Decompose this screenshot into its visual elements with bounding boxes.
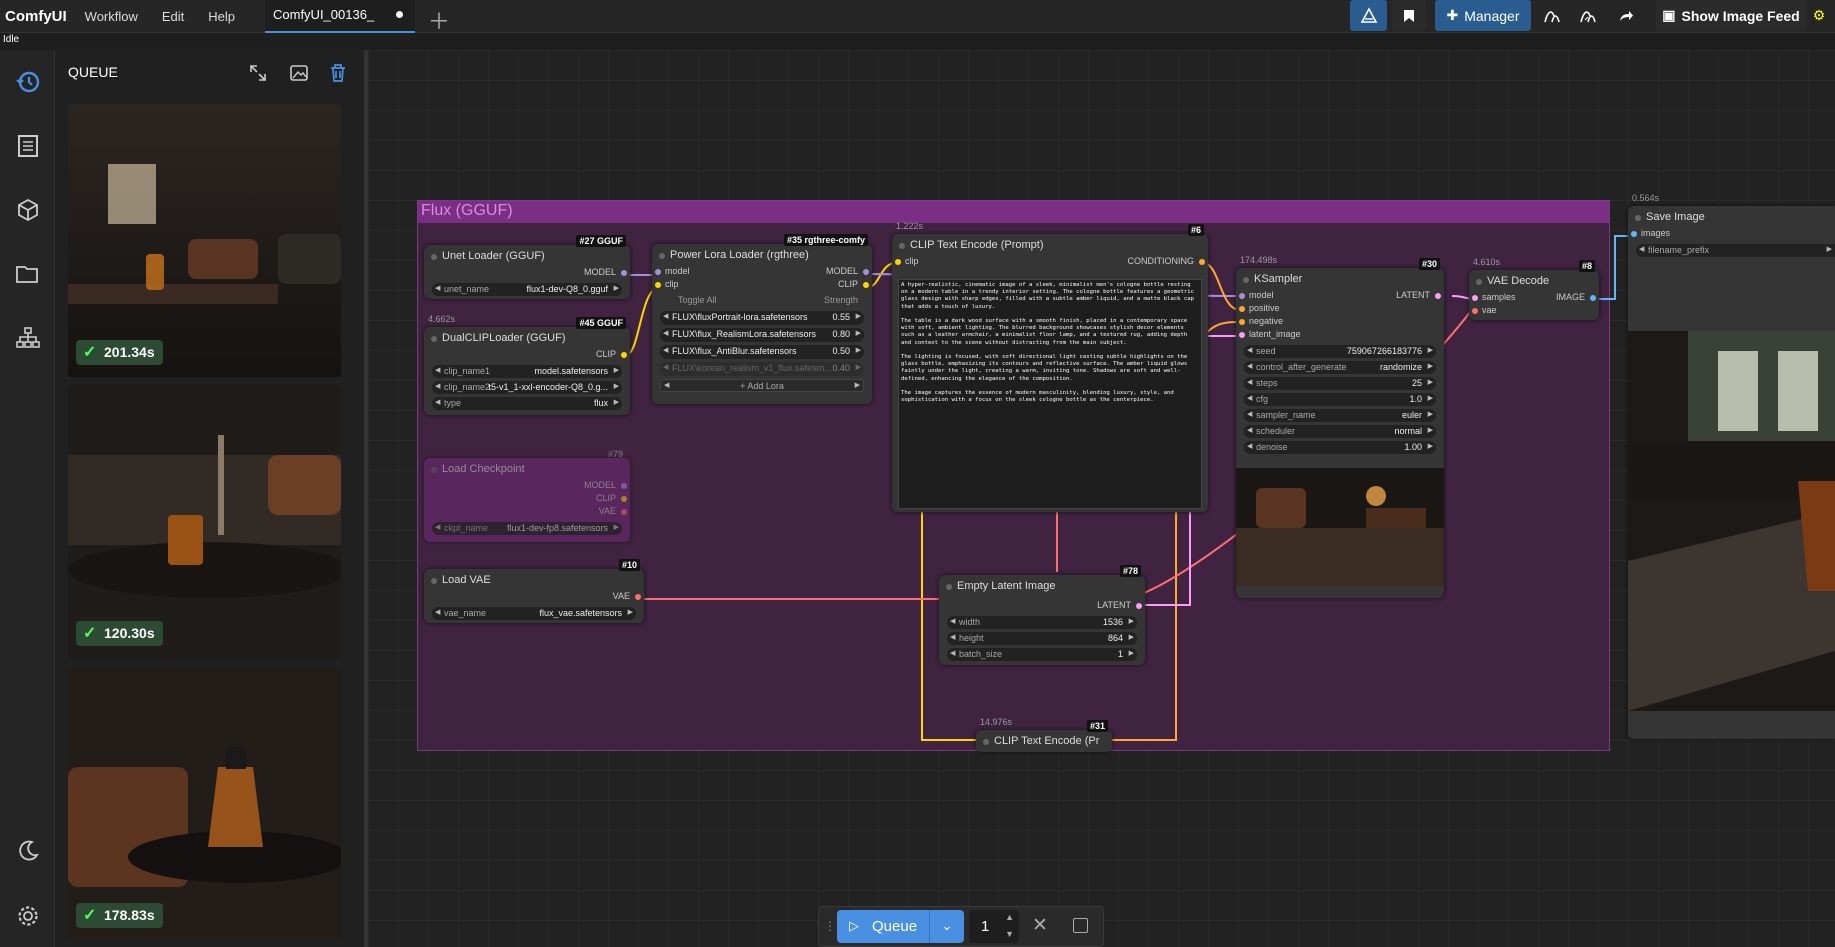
lora-row[interactable]: FLUX\korean_realism_v1_flux.safeten...0.… [660, 362, 864, 376]
output-image: IMAGE [1555, 292, 1585, 302]
filename-prefix-widget[interactable]: filename_prefix [1636, 244, 1835, 257]
width-widget[interactable]: width1536 [947, 616, 1137, 629]
unet-loader-node[interactable]: #27 GGUF Unet Loader (GGUF) MODEL unet_n… [424, 235, 630, 299]
node-title: CLIP Text Encode (Prompt) [892, 234, 1208, 256]
prompt-textarea[interactable]: A hyper-realistic, cinematic image of a … [898, 279, 1202, 509]
ksampler-node[interactable]: 174.498s #30 KSampler model LATENT positi… [1236, 255, 1444, 598]
save-image-preview [1628, 331, 1835, 711]
node-title: VAE Decode [1469, 270, 1599, 292]
input-clip: clip [665, 279, 679, 289]
node-title: Load VAE [424, 569, 644, 591]
node-time: 4.610s [1473, 257, 1501, 267]
scheduler-widget[interactable]: schedulernormal [1244, 425, 1436, 438]
clip-text-encode-collapsed-node[interactable]: 14.976s #31 CLIP Text Encode (Pr [976, 717, 1112, 752]
empty-latent-image-node[interactable]: #78 Empty Latent Image LATENT width1536 … [939, 565, 1145, 665]
stop-square-icon[interactable] [1073, 918, 1088, 933]
add-lora-button[interactable]: + Add Lora [660, 379, 864, 392]
clip-type-widget[interactable]: typeflux [432, 397, 622, 410]
lora-row[interactable]: FLUX\flux_RealismLora.safetensors0.80 [660, 328, 864, 342]
ksampler-preview-image [1236, 468, 1444, 586]
vae-name-widget[interactable]: vae_nameflux_vae.safetensors [432, 607, 636, 620]
batch-count-value: 1 [981, 918, 990, 935]
cfg-widget[interactable]: cfg1.0 [1244, 393, 1436, 406]
node-time: 1.222s [896, 221, 924, 231]
node-title: KSampler [1236, 268, 1444, 290]
output-model: MODEL [583, 267, 616, 277]
queue-action-bar: ⋮ ▷ Queue ⌄ 1 ▲ ▼ ✕ [818, 906, 1104, 947]
input-clip: clip [905, 256, 919, 266]
output-conditioning: CONDITIONING [1127, 256, 1195, 266]
ckpt-name-widget[interactable]: ckpt_nameflux1-dev-fp8.safetensors [432, 522, 622, 535]
output-clip: CLIP [595, 349, 616, 359]
input-images: images [1641, 228, 1671, 238]
seed-widget[interactable]: seed759067266183776 [1244, 345, 1436, 358]
denoise-widget[interactable]: denoise1.00 [1244, 441, 1436, 454]
unet-name-widget[interactable]: unet_nameflux1-dev-Q8_0.gguf [432, 283, 622, 296]
increment-icon[interactable]: ▲ [1005, 912, 1014, 922]
output-clip: CLIP [595, 493, 616, 503]
toggle-all[interactable]: Toggle All [678, 295, 717, 305]
save-image-node[interactable]: 0.564s Save Image images filename_prefix [1628, 193, 1835, 739]
clip-text-encode-node[interactable]: 1.222s #6 CLIP Text Encode (Prompt) clip… [892, 221, 1208, 512]
input-vae: vae [1482, 305, 1497, 315]
node-title: Unet Loader (GGUF) [424, 245, 630, 267]
output-vae: VAE [612, 591, 630, 601]
node-time: 0.564s [1632, 193, 1660, 203]
clip-name1-widget[interactable]: clip_name1model.safetensors [432, 365, 622, 378]
node-title: Save Image [1628, 206, 1835, 228]
input-latent-image: latent_image [1249, 329, 1301, 339]
input-model: model [665, 266, 690, 276]
input-negative: negative [1249, 316, 1284, 326]
node-time: 174.498s [1240, 255, 1278, 265]
node-title: Load Checkpoint [424, 458, 630, 480]
control-after-generate-widget[interactable]: control_after_generaterandomize [1244, 361, 1436, 374]
steps-widget[interactable]: steps25 [1244, 377, 1436, 390]
output-model: MODEL [825, 266, 858, 276]
load-checkpoint-node[interactable]: #79 Load Checkpoint MODEL CLIP VAE ckpt_… [424, 449, 630, 542]
batch-size-widget[interactable]: batch_size1 [947, 648, 1137, 661]
output-latent: LATENT [1097, 600, 1131, 610]
node-title: Empty Latent Image [939, 575, 1145, 597]
node-time: 14.976s [980, 717, 1013, 727]
node-title: DualCLIPLoader (GGUF) [424, 327, 630, 349]
queue-mode-chevron-down-icon[interactable]: ⌄ [929, 910, 964, 943]
batch-count-input[interactable]: 1 ▲ ▼ [969, 910, 1019, 943]
output-clip: CLIP [837, 279, 858, 289]
power-lora-loader-node[interactable]: #35 rgthree-comfy Power Lora Loader (rgt… [652, 234, 872, 404]
play-icon: ▷ [849, 918, 859, 933]
height-widget[interactable]: height864 [947, 632, 1137, 645]
drag-handle-icon[interactable]: ⋮ [824, 919, 836, 933]
queue-label: Queue [872, 918, 918, 935]
strength-header: Strength [823, 295, 858, 305]
dual-clip-loader-node[interactable]: 4.662s #45 GGUF DualCLIPLoader (GGUF) CL… [424, 314, 630, 415]
queue-button[interactable]: ▷ Queue [837, 910, 929, 943]
output-latent: LATENT [1396, 290, 1430, 300]
lora-row[interactable]: FLUX\fluxPortrait-lora.safetensors0.55 [660, 311, 864, 325]
output-vae: VAE [598, 506, 616, 516]
input-positive: positive [1249, 303, 1280, 313]
sampler-name-widget[interactable]: sampler_nameeuler [1244, 409, 1436, 422]
input-samples: samples [1482, 292, 1516, 302]
load-vae-node[interactable]: #10 Load VAE VAE vae_nameflux_vae.safete… [424, 559, 644, 623]
clip-name2-widget[interactable]: clip_name2t5-v1_1-xxl-encoder-Q8_0.g... [432, 381, 622, 394]
input-model: model [1249, 290, 1274, 300]
output-model: MODEL [583, 480, 616, 490]
node-title: Power Lora Loader (rgthree) [652, 244, 872, 266]
node-time: 4.662s [428, 314, 456, 324]
vae-decode-node[interactable]: 4.610s #8 VAE Decode samples IMAGE vae [1469, 257, 1599, 320]
cancel-x-icon[interactable]: ✕ [1032, 914, 1048, 937]
lora-row[interactable]: FLUX\flux_AntiBlur.safetensors0.50 [660, 345, 864, 359]
decrement-icon[interactable]: ▼ [1005, 929, 1014, 939]
node-title: CLIP Text Encode (Pr [976, 730, 1112, 752]
